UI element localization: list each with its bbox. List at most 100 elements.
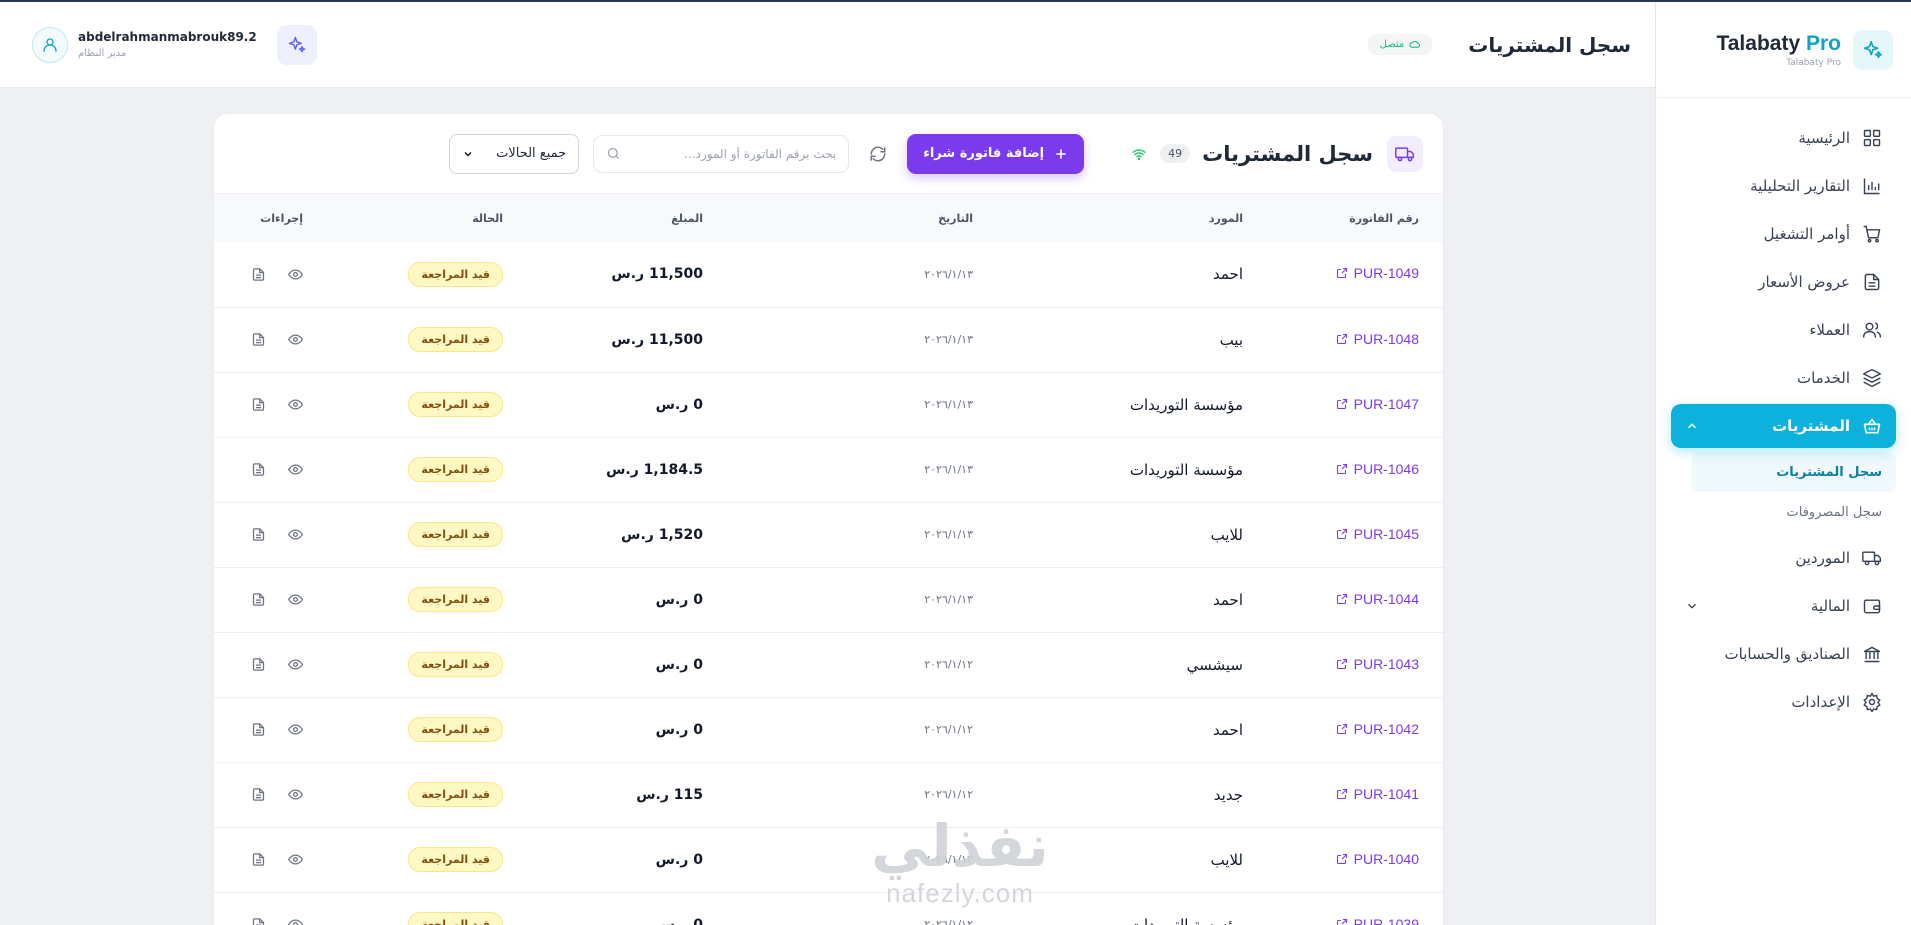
brand-subtitle: Talabaty Pro	[1786, 57, 1841, 68]
header-status[interactable]: الحالة	[303, 194, 503, 242]
status-filter-select[interactable]: جميع الحالات	[449, 133, 580, 174]
invoice-link[interactable]: PUR-1042	[1336, 721, 1419, 737]
sidebar-subitem-expense-log[interactable]: سجل المصروفات	[1692, 492, 1896, 532]
view-eye-icon[interactable]	[288, 267, 303, 282]
sidebar-item-home[interactable]: الرئيسية	[1671, 116, 1896, 160]
header-date[interactable]: التاريخ	[703, 194, 973, 242]
invoice-link[interactable]: PUR-1046	[1336, 461, 1419, 477]
invoice-cell: PUR-1045	[1243, 502, 1443, 567]
view-eye-icon[interactable]	[288, 527, 303, 542]
sidebar-item-label: الموردين	[1795, 549, 1850, 567]
supplier-cell: احمد	[1213, 590, 1243, 609]
print-document-icon[interactable]	[251, 397, 266, 412]
print-document-icon[interactable]	[251, 852, 266, 867]
invoice-link[interactable]: PUR-1041	[1336, 786, 1419, 802]
date-cell: ٢٠٢٦/١/١٣	[924, 593, 973, 606]
table-row[interactable]: PUR-1047 مؤسسة التوريدات ٢٠٢٦/١/١٣ 0 ر.س قيد…	[214, 372, 1443, 437]
table-row[interactable]: PUR-1039 مؤسسة التوريدات ٢٠٢٦/١/١٢ 0 ر.س قيد…	[214, 892, 1443, 925]
sidebar-item-purchases[interactable]: المشتريات	[1671, 404, 1896, 448]
sidebar-item-reports[interactable]: التقارير التحليلية	[1671, 164, 1896, 208]
bank-icon	[1863, 646, 1881, 663]
view-eye-icon[interactable]	[288, 852, 303, 867]
table-row[interactable]: PUR-1042 احمد ٢٠٢٦/١/١٢ 0 ر.س قيد المراجعة	[214, 697, 1443, 762]
connection-status-text: متصل	[1379, 39, 1405, 50]
table-row[interactable]: PUR-1043 سيشسي ٢٠٢٦/١/١٢ 0 ر.س قيد المراجعة	[214, 632, 1443, 697]
date-cell: ٢٠٢٦/١/١٣	[924, 267, 973, 281]
invoice-link[interactable]: PUR-1048	[1336, 331, 1419, 347]
sidebar-item-quotes[interactable]: عروض الأسعار	[1671, 260, 1896, 304]
print-document-icon[interactable]	[251, 267, 266, 282]
sidebar-item-customers[interactable]: العملاء	[1671, 308, 1896, 352]
table-row[interactable]: PUR-1041 جديد ٢٠٢٦/١/١٢ 115 ر.س قيد المراجعة	[214, 762, 1443, 827]
avatar[interactable]	[32, 26, 68, 63]
external-link-icon	[1336, 268, 1347, 279]
table-body: PUR-1049 احمد ٢٠٢٦/١/١٣ 11,500 ر.س قيد المرا…	[214, 242, 1443, 925]
view-eye-icon[interactable]	[288, 657, 303, 672]
print-document-icon[interactable]	[251, 592, 266, 607]
header-amount[interactable]: المبلغ	[503, 194, 703, 242]
invoice-cell: PUR-1044	[1243, 567, 1443, 632]
invoice-link[interactable]: PUR-1045	[1336, 526, 1419, 542]
sidebar-item-treasury[interactable]: الصناديق والحسابات	[1671, 632, 1896, 676]
invoice-cell: PUR-1043	[1243, 632, 1443, 697]
grid-icon	[1863, 129, 1881, 147]
supplier-cell: سيشسي	[1186, 655, 1243, 674]
external-link-icon	[1336, 593, 1347, 604]
supplier-cell: للايب	[1210, 525, 1243, 544]
actions-cell	[214, 762, 303, 827]
invoice-cell: PUR-1039	[1243, 892, 1443, 925]
chevron-up-icon[interactable]	[1685, 419, 1699, 433]
users-icon	[1862, 322, 1882, 338]
invoice-link[interactable]: PUR-1047	[1336, 396, 1419, 412]
sidebar-item-finance[interactable]: المالية	[1671, 584, 1896, 628]
status-cell: قيد المراجعة	[303, 762, 503, 827]
print-document-icon[interactable]	[251, 527, 266, 542]
view-eye-icon[interactable]	[288, 722, 303, 737]
supplier-cell: مؤسسة التوريدات	[1129, 395, 1243, 414]
chevron-down-icon[interactable]	[1685, 599, 1699, 613]
view-eye-icon[interactable]	[288, 332, 303, 347]
print-document-icon[interactable]	[251, 787, 266, 802]
table-row[interactable]: PUR-1049 احمد ٢٠٢٦/١/١٣ 11,500 ر.س قيد المرا…	[214, 242, 1443, 307]
header-invoice[interactable]: رقم الفاتورة	[1243, 194, 1443, 242]
add-button-label: إضافة فاتورة شراء	[923, 146, 1045, 161]
search-input[interactable]	[629, 146, 837, 161]
add-purchase-invoice-button[interactable]: إضافة فاتورة شراء	[907, 133, 1085, 174]
print-document-icon[interactable]	[251, 722, 266, 737]
refresh-button[interactable]	[869, 145, 887, 163]
view-eye-icon[interactable]	[288, 787, 303, 802]
invoice-link[interactable]: PUR-1043	[1336, 656, 1419, 672]
table-row[interactable]: PUR-1045 للايب ٢٠٢٦/١/١٣ 1,520 ر.س قيد المرا…	[214, 502, 1443, 567]
table-row[interactable]: PUR-1044 احمد ٢٠٢٦/١/١٣ 0 ر.س قيد المراجعة	[214, 567, 1443, 632]
table-row[interactable]: PUR-1048 بيب ٢٠٢٦/١/١٣ 11,500 ر.س قيد المراج…	[214, 307, 1443, 372]
sidebar-item-work-orders[interactable]: أوامر التشغيل	[1671, 212, 1896, 256]
sidebar-subitem-purchase-log[interactable]: سجل المشتريات	[1692, 452, 1896, 492]
view-eye-icon[interactable]	[288, 397, 303, 412]
user-menu[interactable]: abdelrahmanmabrouk89.2 مدير النظام	[32, 26, 257, 63]
print-document-icon[interactable]	[251, 657, 266, 672]
invoice-link[interactable]: PUR-1049	[1336, 265, 1419, 281]
invoice-link[interactable]: PUR-1039	[1336, 916, 1419, 925]
sidebar: Talabaty Pro Talabaty Pro الرئيسية التقا…	[1655, 2, 1911, 925]
header-supplier[interactable]: المورد	[973, 194, 1243, 242]
invoice-link[interactable]: PUR-1040	[1336, 851, 1419, 867]
actions-cell	[214, 827, 303, 892]
status-badge: قيد المراجعة	[408, 782, 503, 807]
status-badge: قيد المراجعة	[408, 652, 503, 677]
sidebar-item-suppliers[interactable]: الموردين	[1671, 536, 1896, 580]
print-document-icon[interactable]	[251, 917, 266, 925]
invoice-link[interactable]: PUR-1044	[1336, 591, 1419, 607]
ai-assistant-button[interactable]	[276, 24, 317, 65]
sidebar-item-settings[interactable]: الإعدادات	[1671, 680, 1896, 724]
view-eye-icon[interactable]	[288, 917, 303, 925]
external-link-icon	[1336, 853, 1347, 864]
view-eye-icon[interactable]	[288, 462, 303, 477]
print-document-icon[interactable]	[251, 462, 266, 477]
print-document-icon[interactable]	[251, 332, 266, 347]
status-cell: قيد المراجعة	[303, 307, 503, 372]
sidebar-item-services[interactable]: الخدمات	[1671, 356, 1896, 400]
view-eye-icon[interactable]	[288, 592, 303, 607]
status-cell: قيد المراجعة	[303, 827, 503, 892]
table-row[interactable]: PUR-1040 للايب ٢٠٢٦/١/١٢ 0 ر.س قيد المراجعة	[214, 827, 1443, 892]
table-row[interactable]: PUR-1046 مؤسسة التوريدات ٢٠٢٦/١/١٣ 1,184.5 …	[214, 437, 1443, 502]
